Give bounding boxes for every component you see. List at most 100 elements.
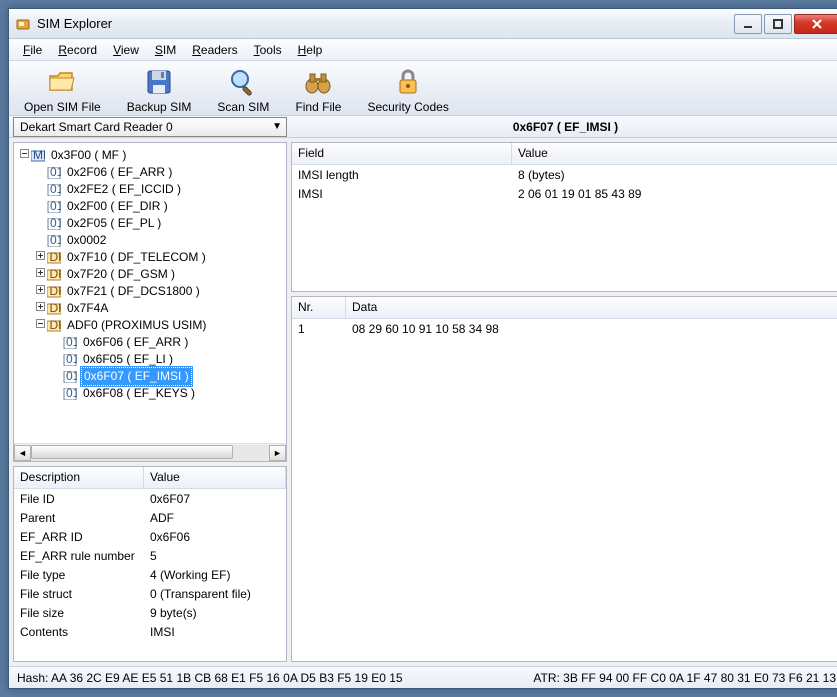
toolbtn-security-codes[interactable]: Security Codes bbox=[356, 63, 459, 115]
tree-expander-icon[interactable] bbox=[34, 300, 46, 317]
minimize-button[interactable] bbox=[734, 14, 762, 34]
fields-cell-value: 8 (bytes) bbox=[512, 168, 837, 182]
record-row[interactable]: 108 29 60 10 91 10 58 34 98 bbox=[292, 319, 837, 338]
desc-row[interactable]: File type4 (Working EF) bbox=[14, 565, 286, 584]
fields-col-value[interactable]: Value bbox=[512, 143, 837, 164]
df-icon: DF bbox=[46, 251, 62, 265]
desc-row[interactable]: EF_ARR rule number5 bbox=[14, 546, 286, 565]
tree-node-label: 0x7F21 ( DF_DCS1800 ) bbox=[65, 283, 202, 300]
svg-text:DF: DF bbox=[50, 269, 62, 281]
menu-item-file[interactable]: File bbox=[15, 41, 50, 59]
tree-node-label: 0x6F07 ( EF_IMSI ) bbox=[81, 367, 192, 386]
toolbtn-find-file[interactable]: Find File bbox=[284, 63, 352, 115]
records-col-nr[interactable]: Nr. bbox=[292, 297, 346, 318]
tree-node[interactable]: DF0x7F10 ( DF_TELECOM ) bbox=[18, 249, 286, 266]
tree-expander-icon[interactable] bbox=[34, 266, 46, 283]
menu-item-help[interactable]: Help bbox=[290, 41, 331, 59]
tree-node-label: 0x0002 bbox=[65, 232, 108, 249]
desc-cell-value: ADF bbox=[144, 511, 286, 525]
fields-cell-name: IMSI bbox=[292, 187, 512, 201]
toolbtn-scan-sim[interactable]: Scan SIM bbox=[206, 63, 280, 115]
ef-icon: 01 bbox=[62, 336, 78, 350]
maximize-button[interactable] bbox=[764, 14, 792, 34]
menu-item-view[interactable]: View bbox=[105, 41, 147, 59]
fields-row[interactable]: IMSI length8 (bytes) bbox=[292, 165, 837, 184]
disk-icon bbox=[143, 66, 175, 98]
tree-node[interactable]: 010x6F08 ( EF_KEYS ) bbox=[18, 385, 286, 402]
tree-node[interactable]: 010x2F05 ( EF_PL ) bbox=[18, 215, 286, 232]
tree-node[interactable]: DF0x7F4A bbox=[18, 300, 286, 317]
menu-item-record[interactable]: Record bbox=[50, 41, 105, 59]
tree-node[interactable]: 010x6F06 ( EF_ARR ) bbox=[18, 334, 286, 351]
close-button[interactable] bbox=[794, 14, 837, 34]
tree-node[interactable]: 010x2F00 ( EF_DIR ) bbox=[18, 198, 286, 215]
tree-node[interactable]: 010x6F07 ( EF_IMSI ) bbox=[18, 368, 286, 385]
tree-hscrollbar[interactable]: ◄ ► bbox=[14, 443, 286, 461]
desc-cell-value: 0x6F07 bbox=[144, 492, 286, 506]
fields-row[interactable]: IMSI2 06 01 19 01 85 43 89 bbox=[292, 184, 837, 203]
svg-text:01: 01 bbox=[50, 201, 61, 213]
desc-cell-name: Parent bbox=[14, 511, 144, 525]
magnifier-icon bbox=[227, 66, 259, 98]
desc-row[interactable]: ContentsIMSI bbox=[14, 622, 286, 641]
records-col-data[interactable]: Data bbox=[346, 297, 837, 318]
ef-icon: 01 bbox=[62, 387, 78, 401]
desc-cell-name: EF_ARR ID bbox=[14, 530, 144, 544]
desc-cell-name: Contents bbox=[14, 625, 144, 639]
tree-node-label: 0x6F05 ( EF_LI ) bbox=[81, 351, 175, 368]
fields-col-field[interactable]: Field bbox=[292, 143, 512, 164]
tree-node-label: 0x7F10 ( DF_TELECOM ) bbox=[65, 249, 208, 266]
ef-icon: 01 bbox=[62, 370, 78, 384]
tree-node-label: 0x6F06 ( EF_ARR ) bbox=[81, 334, 190, 351]
desc-cell-value: 0 (Transparent file) bbox=[144, 587, 286, 601]
df-icon: DF bbox=[46, 268, 62, 282]
desc-row[interactable]: ParentADF bbox=[14, 508, 286, 527]
desc-col-value[interactable]: Value bbox=[144, 467, 286, 488]
record-cell-data: 08 29 60 10 91 10 58 34 98 bbox=[346, 322, 837, 336]
tree-expander-icon[interactable] bbox=[34, 317, 46, 334]
file-tree[interactable]: MF0x3F00 ( MF )010x2F06 ( EF_ARR )010x2F… bbox=[14, 143, 286, 443]
statusbar: Hash: AA 36 2C E9 AE E5 51 1B CB 68 E1 F… bbox=[9, 666, 837, 688]
tree-node-label: 0x6F08 ( EF_KEYS ) bbox=[81, 385, 197, 402]
menubar: FileRecordViewSIMReadersToolsHelp bbox=[9, 39, 837, 61]
titlebar: SIM Explorer bbox=[9, 9, 837, 39]
tree-node-label: 0x3F00 ( MF ) bbox=[49, 147, 128, 164]
desc-row[interactable]: File ID0x6F07 bbox=[14, 489, 286, 508]
desc-row[interactable]: File size9 byte(s) bbox=[14, 603, 286, 622]
svg-text:DF: DF bbox=[50, 320, 62, 332]
tree-node[interactable]: MF0x3F00 ( MF ) bbox=[18, 147, 286, 164]
tree-expander-icon[interactable] bbox=[18, 147, 30, 164]
desc-cell-name: File size bbox=[14, 606, 144, 620]
description-panel: Description Value File ID0x6F07ParentADF… bbox=[13, 466, 287, 662]
mf-icon: MF bbox=[30, 149, 46, 163]
fields-panel: Field Value IMSI length8 (bytes)IMSI2 06… bbox=[291, 142, 837, 292]
scroll-left-icon[interactable]: ◄ bbox=[14, 445, 31, 461]
desc-row[interactable]: EF_ARR ID0x6F06 bbox=[14, 527, 286, 546]
desc-row[interactable]: File struct0 (Transparent file) bbox=[14, 584, 286, 603]
desc-col-description[interactable]: Description bbox=[14, 467, 144, 488]
current-file-label: 0x6F07 ( EF_IMSI ) bbox=[287, 120, 837, 134]
tree-node[interactable]: DF0x7F21 ( DF_DCS1800 ) bbox=[18, 283, 286, 300]
menu-item-sim[interactable]: SIM bbox=[147, 41, 184, 59]
tree-node-label: 0x2F05 ( EF_PL ) bbox=[65, 215, 163, 232]
tree-panel: MF0x3F00 ( MF )010x2F06 ( EF_ARR )010x2F… bbox=[13, 142, 287, 462]
tree-node[interactable]: DF0x7F20 ( DF_GSM ) bbox=[18, 266, 286, 283]
tree-node[interactable]: 010x6F05 ( EF_LI ) bbox=[18, 351, 286, 368]
svg-text:DF: DF bbox=[50, 252, 62, 264]
ef-icon: 01 bbox=[46, 234, 62, 248]
toolbtn-open-sim-file[interactable]: Open SIM File bbox=[13, 63, 112, 115]
scroll-right-icon[interactable]: ► bbox=[269, 445, 286, 461]
toolbtn-backup-sim[interactable]: Backup SIM bbox=[116, 63, 203, 115]
menu-item-tools[interactable]: Tools bbox=[246, 41, 290, 59]
tree-expander-icon[interactable] bbox=[34, 283, 46, 300]
tree-node[interactable]: DFADF0 (PROXIMUS USIM) bbox=[18, 317, 286, 334]
tree-expander-icon[interactable] bbox=[34, 249, 46, 266]
tree-node[interactable]: 010x0002 bbox=[18, 232, 286, 249]
menu-item-readers[interactable]: Readers bbox=[184, 41, 245, 59]
scroll-thumb[interactable] bbox=[31, 445, 233, 459]
desc-cell-value: 5 bbox=[144, 549, 286, 563]
tree-node[interactable]: 010x2F06 ( EF_ARR ) bbox=[18, 164, 286, 181]
lock-icon bbox=[392, 66, 424, 98]
tree-node[interactable]: 010x2FE2 ( EF_ICCID ) bbox=[18, 181, 286, 198]
reader-select[interactable]: Dekart Smart Card Reader 0 ▼ bbox=[13, 117, 287, 137]
